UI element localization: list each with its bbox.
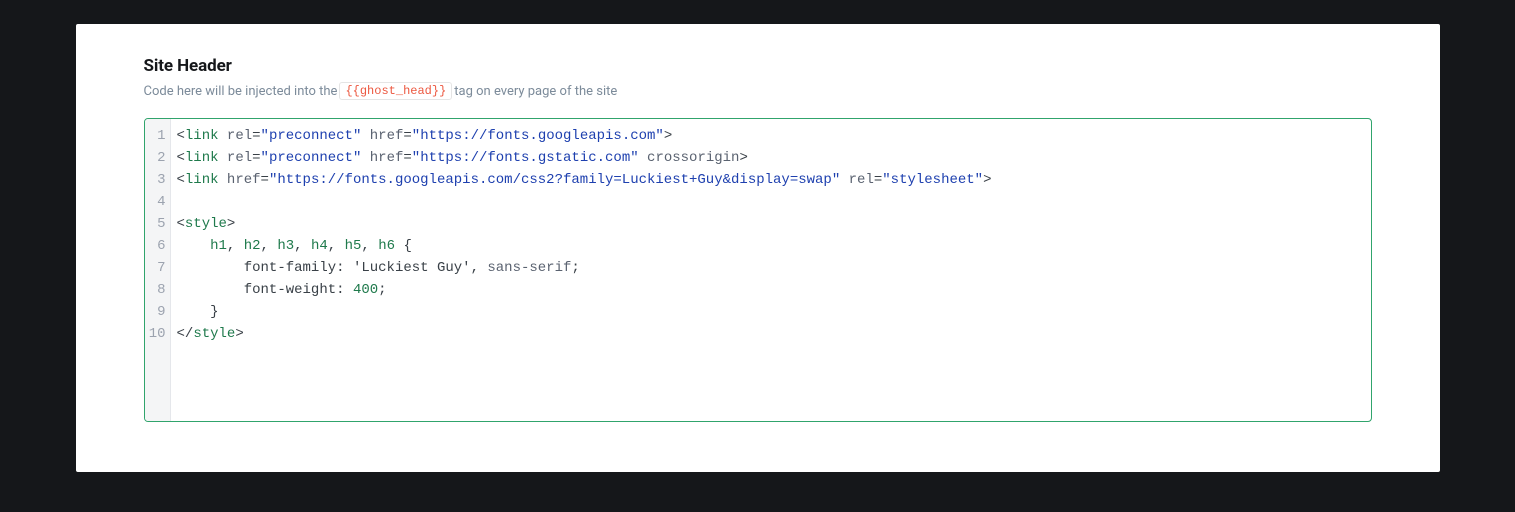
code-line[interactable]: </style> — [177, 323, 1365, 345]
line-number: 8 — [145, 279, 166, 301]
line-number: 10 — [145, 323, 166, 345]
line-number: 9 — [145, 301, 166, 323]
description-text-before: Code here will be injected into the — [144, 84, 338, 99]
code-line[interactable]: <link href="https://fonts.googleapis.com… — [177, 169, 1365, 191]
code-line[interactable]: <style> — [177, 213, 1365, 235]
code-line[interactable]: <link rel="preconnect" href="https://fon… — [177, 147, 1365, 169]
ghost-head-token: {{ghost_head}} — [339, 82, 452, 100]
line-number: 2 — [145, 147, 166, 169]
line-number: 1 — [145, 125, 166, 147]
settings-panel: Site Header Code here will be injected i… — [76, 24, 1440, 472]
code-line[interactable]: font-family: 'Luckiest Guy', sans-serif; — [177, 257, 1365, 279]
code-line[interactable]: } — [177, 301, 1365, 323]
code-line[interactable]: h1, h2, h3, h4, h5, h6 { — [177, 235, 1365, 257]
code-line[interactable]: <link rel="preconnect" href="https://fon… — [177, 125, 1365, 147]
line-number: 6 — [145, 235, 166, 257]
line-number: 5 — [145, 213, 166, 235]
line-number-gutter: 12345678910 — [145, 119, 171, 421]
code-textarea[interactable]: <link rel="preconnect" href="https://fon… — [171, 119, 1371, 421]
description-text-after: tag on every page of the site — [454, 84, 617, 99]
line-number: 4 — [145, 191, 166, 213]
code-line[interactable] — [177, 191, 1365, 213]
line-number: 3 — [145, 169, 166, 191]
section-title: Site Header — [144, 56, 1372, 76]
line-number: 7 — [145, 257, 166, 279]
code-line[interactable]: font-weight: 400; — [177, 279, 1365, 301]
section-description: Code here will be injected into the {{gh… — [144, 82, 1372, 100]
code-editor[interactable]: 12345678910 <link rel="preconnect" href=… — [144, 118, 1372, 422]
